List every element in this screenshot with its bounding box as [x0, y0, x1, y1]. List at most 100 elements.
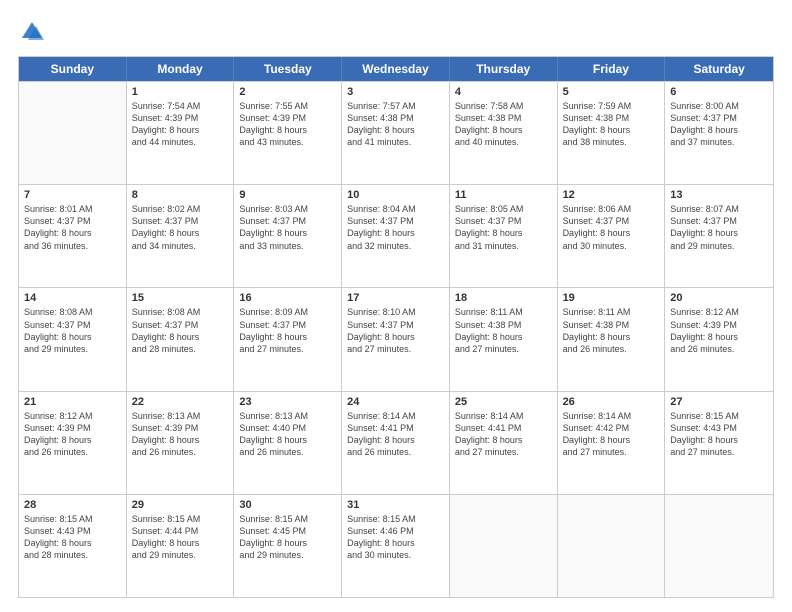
day-info: Sunrise: 8:13 AMSunset: 4:40 PMDaylight:…: [239, 410, 336, 459]
day-info: Sunrise: 8:14 AMSunset: 4:42 PMDaylight:…: [563, 410, 660, 459]
day-number: 3: [347, 86, 444, 98]
day-info: Sunrise: 7:58 AMSunset: 4:38 PMDaylight:…: [455, 100, 552, 149]
calendar-day-header: Friday: [558, 57, 666, 81]
calendar-week-row: 7 Sunrise: 8:01 AMSunset: 4:37 PMDaylight…: [19, 184, 773, 287]
calendar-cell: 1Sunrise: 7:54 AMSunset: 4:39 PMDaylight…: [127, 82, 235, 184]
calendar-cell: 20 Sunrise: 8:12 AMSunset: 4:39 PMDayligh…: [665, 288, 773, 390]
calendar-day-header: Saturday: [665, 57, 773, 81]
day-info: Sunrise: 8:09 AMSunset: 4:37 PMDaylight:…: [239, 306, 336, 355]
day-info: Sunrise: 8:13 AMSunset: 4:39 PMDaylight:…: [132, 410, 229, 459]
calendar-cell: 12 Sunrise: 8:06 AMSunset: 4:37 PMDayligh…: [558, 185, 666, 287]
calendar-cell: 30 Sunrise: 8:15 AMSunset: 4:45 PMDayligh…: [234, 495, 342, 597]
day-info: Sunrise: 8:03 AMSunset: 4:37 PMDaylight:…: [239, 203, 336, 252]
day-number: 8: [132, 189, 229, 201]
calendar: SundayMondayTuesdayWednesdayThursdayFrid…: [18, 56, 774, 598]
day-info: Sunrise: 8:06 AMSunset: 4:37 PMDaylight:…: [563, 203, 660, 252]
day-info: Sunrise: 8:15 AMSunset: 4:43 PMDaylight:…: [24, 513, 121, 562]
day-info: Sunrise: 8:01 AMSunset: 4:37 PMDaylight:…: [24, 203, 121, 252]
day-number: 5: [563, 86, 660, 98]
calendar-day-header: Tuesday: [234, 57, 342, 81]
calendar-cell: 24Sunrise: 8:14 AMSunset: 4:41 PMDayligh…: [342, 392, 450, 494]
calendar-day-header: Wednesday: [342, 57, 450, 81]
calendar-cell: [558, 495, 666, 597]
calendar-body: 1Sunrise: 7:54 AMSunset: 4:39 PMDaylight…: [19, 81, 773, 597]
day-number: 22: [132, 396, 229, 408]
day-number: 11: [455, 189, 552, 201]
day-info: Sunrise: 7:59 AMSunset: 4:38 PMDaylight:…: [563, 100, 660, 149]
calendar-day-header: Sunday: [19, 57, 127, 81]
day-number: 12: [563, 189, 660, 201]
calendar-header-row: SundayMondayTuesdayWednesdayThursdayFrid…: [19, 57, 773, 81]
day-info: Sunrise: 8:15 AMSunset: 4:44 PMDaylight:…: [132, 513, 229, 562]
calendar-cell: 29 Sunrise: 8:15 AMSunset: 4:44 PMDayligh…: [127, 495, 235, 597]
calendar-cell: 16Sunrise: 8:09 AMSunset: 4:37 PMDayligh…: [234, 288, 342, 390]
calendar-week-row: 14 Sunrise: 8:08 AMSunset: 4:37 PMDayligh…: [19, 287, 773, 390]
day-info: Sunrise: 8:02 AMSunset: 4:37 PMDaylight:…: [132, 203, 229, 252]
day-info: Sunrise: 8:11 AMSunset: 4:38 PMDaylight:…: [455, 306, 552, 355]
header: [18, 18, 774, 46]
day-info: Sunrise: 8:15 AMSunset: 4:46 PMDaylight:…: [347, 513, 444, 562]
day-info: Sunrise: 8:15 AMSunset: 4:45 PMDaylight:…: [239, 513, 336, 562]
logo: [18, 18, 50, 46]
day-info: Sunrise: 8:08 AMSunset: 4:37 PMDaylight:…: [132, 306, 229, 355]
calendar-cell: 31 Sunrise: 8:15 AMSunset: 4:46 PMDayligh…: [342, 495, 450, 597]
calendar-week-row: 1Sunrise: 7:54 AMSunset: 4:39 PMDaylight…: [19, 81, 773, 184]
calendar-cell: 26 Sunrise: 8:14 AMSunset: 4:42 PMDayligh…: [558, 392, 666, 494]
calendar-week-row: 28 Sunrise: 8:15 AMSunset: 4:43 PMDayligh…: [19, 494, 773, 597]
calendar-cell: [450, 495, 558, 597]
calendar-cell: 6Sunrise: 8:00 AMSunset: 4:37 PMDaylight…: [665, 82, 773, 184]
calendar-cell: 14 Sunrise: 8:08 AMSunset: 4:37 PMDayligh…: [19, 288, 127, 390]
calendar-cell: 23 Sunrise: 8:13 AMSunset: 4:40 PMDayligh…: [234, 392, 342, 494]
day-number: 29: [132, 499, 229, 511]
logo-icon: [18, 18, 46, 46]
day-number: 14: [24, 292, 121, 304]
calendar-cell: 19 Sunrise: 8:11 AMSunset: 4:38 PMDayligh…: [558, 288, 666, 390]
calendar-day-header: Monday: [127, 57, 235, 81]
calendar-week-row: 21 Sunrise: 8:12 AMSunset: 4:39 PMDayligh…: [19, 391, 773, 494]
day-number: 15: [132, 292, 229, 304]
calendar-cell: [19, 82, 127, 184]
day-info: Sunrise: 8:12 AMSunset: 4:39 PMDaylight:…: [670, 306, 768, 355]
calendar-cell: 25Sunrise: 8:14 AMSunset: 4:41 PMDayligh…: [450, 392, 558, 494]
day-info: Sunrise: 7:55 AMSunset: 4:39 PMDaylight:…: [239, 100, 336, 149]
day-number: 21: [24, 396, 121, 408]
day-number: 26: [563, 396, 660, 408]
day-info: Sunrise: 8:11 AMSunset: 4:38 PMDaylight:…: [563, 306, 660, 355]
day-number: 6: [670, 86, 768, 98]
day-number: 9: [239, 189, 336, 201]
calendar-day-header: Thursday: [450, 57, 558, 81]
calendar-cell: 4 Sunrise: 7:58 AMSunset: 4:38 PMDaylight…: [450, 82, 558, 184]
day-info: Sunrise: 8:10 AMSunset: 4:37 PMDaylight:…: [347, 306, 444, 355]
day-number: 31: [347, 499, 444, 511]
day-number: 30: [239, 499, 336, 511]
calendar-cell: 3Sunrise: 7:57 AMSunset: 4:38 PMDaylight…: [342, 82, 450, 184]
day-info: Sunrise: 8:14 AMSunset: 4:41 PMDaylight:…: [455, 410, 552, 459]
day-number: 2: [239, 86, 336, 98]
day-number: 7: [24, 189, 121, 201]
page: SundayMondayTuesdayWednesdayThursdayFrid…: [0, 0, 792, 612]
day-number: 27: [670, 396, 768, 408]
day-number: 20: [670, 292, 768, 304]
day-number: 28: [24, 499, 121, 511]
calendar-cell: 10Sunrise: 8:04 AMSunset: 4:37 PMDayligh…: [342, 185, 450, 287]
calendar-cell: 2 Sunrise: 7:55 AMSunset: 4:39 PMDaylight…: [234, 82, 342, 184]
calendar-cell: 27 Sunrise: 8:15 AMSunset: 4:43 PMDayligh…: [665, 392, 773, 494]
calendar-cell: 9 Sunrise: 8:03 AMSunset: 4:37 PMDaylight…: [234, 185, 342, 287]
calendar-cell: 18 Sunrise: 8:11 AMSunset: 4:38 PMDayligh…: [450, 288, 558, 390]
day-number: 19: [563, 292, 660, 304]
day-info: Sunrise: 8:15 AMSunset: 4:43 PMDaylight:…: [670, 410, 768, 459]
day-number: 23: [239, 396, 336, 408]
day-info: Sunrise: 8:08 AMSunset: 4:37 PMDaylight:…: [24, 306, 121, 355]
day-info: Sunrise: 8:14 AMSunset: 4:41 PMDaylight:…: [347, 410, 444, 459]
day-info: Sunrise: 8:04 AMSunset: 4:37 PMDaylight:…: [347, 203, 444, 252]
day-number: 18: [455, 292, 552, 304]
calendar-cell: 22 Sunrise: 8:13 AMSunset: 4:39 PMDayligh…: [127, 392, 235, 494]
day-info: Sunrise: 8:05 AMSunset: 4:37 PMDaylight:…: [455, 203, 552, 252]
day-number: 4: [455, 86, 552, 98]
calendar-cell: 13Sunrise: 8:07 AMSunset: 4:37 PMDayligh…: [665, 185, 773, 287]
day-info: Sunrise: 8:12 AMSunset: 4:39 PMDaylight:…: [24, 410, 121, 459]
calendar-cell: 7 Sunrise: 8:01 AMSunset: 4:37 PMDaylight…: [19, 185, 127, 287]
day-info: Sunrise: 8:07 AMSunset: 4:37 PMDaylight:…: [670, 203, 768, 252]
day-number: 17: [347, 292, 444, 304]
calendar-cell: 15 Sunrise: 8:08 AMSunset: 4:37 PMDayligh…: [127, 288, 235, 390]
